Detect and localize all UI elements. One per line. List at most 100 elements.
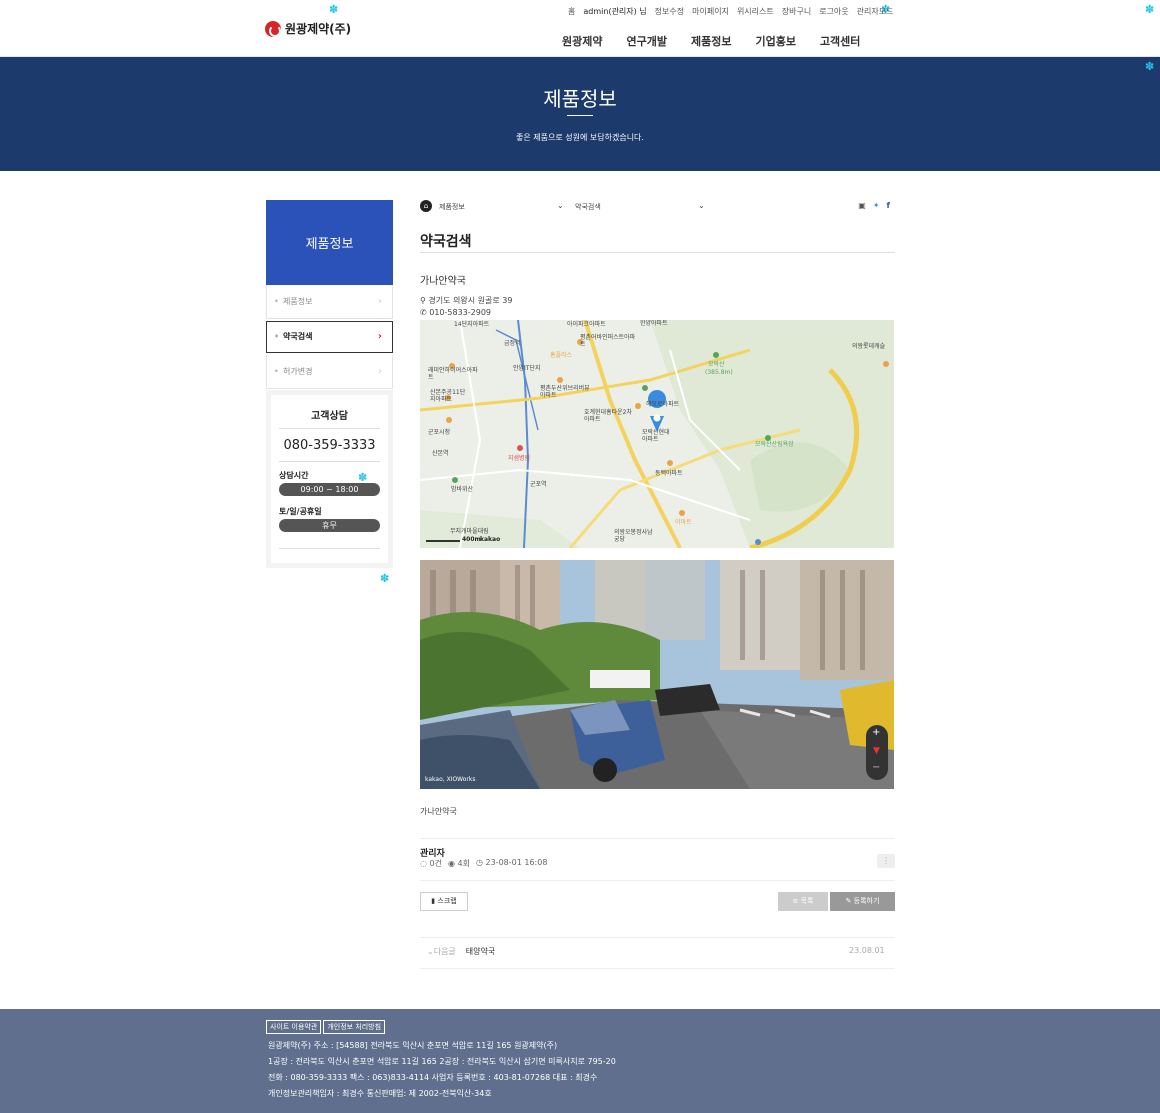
kakao-roadview[interactable]: kakao, XIOWorks + ▼ −	[420, 560, 894, 789]
pharmacy-address: ⚲ 경기도 의왕시 원골로 39	[420, 295, 512, 306]
footer-line: 원광제약(주) 주소 : [54588] 전라북도 익산시 춘포면 석암로 11…	[268, 1041, 558, 1050]
settings-gear-icon[interactable]: ✽	[1145, 4, 1154, 15]
post-meta: ◌ 0건 ◉ 4회 ◷ 23-08-01 16:08	[420, 858, 547, 869]
sidebar-item-products[interactable]: 제품정보 ›	[266, 285, 393, 319]
next-post-link[interactable]: ⌄다음글 태양약국 23.08.01	[427, 946, 885, 957]
map-label: 지샘병원	[508, 455, 531, 462]
footer-line: 전화 : 080-359-3333 팩스 : 063)833-4114 사업자 …	[268, 1073, 598, 1082]
settings-gear-icon[interactable]: ✽	[380, 573, 389, 584]
util-mypage-link[interactable]: 마이페이지	[692, 6, 729, 17]
nav-item-company[interactable]: 원광제약	[562, 33, 602, 49]
divider	[420, 252, 895, 253]
zoom-out-button[interactable]: −	[872, 762, 880, 773]
home-icon[interactable]: ⌂	[420, 200, 432, 212]
kakao-map[interactable]: 14단지아파트 아이파크아파트 한양아파트 금정역 홈플러스 평촌어바인퍼스트아…	[420, 320, 894, 548]
divider	[279, 548, 380, 549]
scrap-button[interactable]: ▮ 스크랩	[420, 892, 468, 911]
privacy-link[interactable]: 개인정보 처리방침	[323, 1020, 386, 1034]
map-label: 군포시청	[428, 429, 451, 436]
sidebar-item-label: 허가변경	[283, 367, 313, 376]
comment-icon: ◌	[420, 859, 427, 868]
write-button[interactable]: ✎ 등록하기	[830, 892, 895, 911]
map-brand: kakao	[480, 536, 501, 543]
zoom-in-button[interactable]: +	[872, 727, 880, 738]
site-header: ✽ ✽ ✽ 원광제약(주) 홈 admin(관리자) 님 정보수정 마이페이지 …	[0, 0, 1160, 57]
list-label: 목록	[800, 897, 814, 905]
cs-holiday-label: 토/일/공휴일	[279, 507, 322, 516]
nav-item-research[interactable]: 연구개발	[626, 33, 666, 49]
map-label: 동백아파트	[655, 470, 683, 477]
chevron-down-icon: ⌄	[427, 947, 434, 956]
map-labels: 14단지아파트 아이파크아파트 한양아파트 금정역 홈플러스 평촌어바인퍼스트아…	[420, 320, 894, 548]
map-label: 무지개마을대림	[450, 528, 489, 535]
divider	[420, 838, 895, 839]
nav-item-products[interactable]: 제품정보	[691, 33, 731, 49]
sidebar-item-pharmacy-search[interactable]: 약국검색 ›	[266, 321, 393, 353]
breadcrumb-level1[interactable]: 제품정보	[439, 202, 465, 212]
util-wishlist-link[interactable]: 위시리스트	[737, 6, 774, 17]
map-label: 호계현대홈타운2차아파트	[584, 409, 632, 423]
bookmark-icon: ▮	[431, 897, 436, 905]
post-date: 23-08-01 16:08	[485, 858, 548, 867]
post-content: 가나안약국	[420, 807, 457, 816]
util-logout-link[interactable]: 로그아웃	[819, 6, 848, 17]
footer-links: 사이트 이용약관 개인정보 처리방침	[266, 1020, 386, 1034]
map-label: 홈플러스	[550, 352, 573, 359]
list-button[interactable]: ≡ 목록	[778, 892, 828, 911]
map-label: 군포역	[530, 481, 547, 488]
util-home-link[interactable]: 홈	[568, 6, 575, 17]
compass-icon[interactable]: ▼	[873, 746, 880, 756]
cs-hours: 09:00 ~ 18:00	[279, 483, 380, 496]
print-icon[interactable]: ▣	[858, 201, 866, 210]
map-scale: 400m	[462, 536, 481, 543]
phone-icon: ✆	[420, 308, 427, 317]
customer-service-box: 고객상담 080-359-3333 ✽ 상담시간 09:00 ~ 18:00 토…	[266, 390, 393, 568]
sidebar-item-license-change[interactable]: 허가변경 ›	[266, 355, 393, 389]
page-hero: ✽ 제품정보 좋은 제품으로 성원에 보답하겠습니다.	[0, 57, 1160, 171]
site-footer: 사이트 이용약관 개인정보 처리방침 원광제약(주) 주소 : [54588] …	[0, 1009, 1160, 1113]
page-title: 약국검색	[420, 234, 472, 250]
map-label: 의왕오봉정사남궁당	[614, 529, 653, 543]
map-label: 14단지아파트	[454, 321, 490, 328]
map-label: 금정역	[504, 340, 521, 347]
site-logo[interactable]: 원광제약(주)	[265, 20, 351, 37]
util-edit-profile-link[interactable]: 정보수정	[655, 6, 684, 17]
divider	[420, 968, 895, 969]
pharmacy-phone: ✆ 010-5833-2909	[420, 308, 491, 317]
more-options-button[interactable]: ⋮	[877, 854, 895, 868]
settings-gear-icon[interactable]: ✽	[358, 472, 367, 483]
clock-icon: ◷	[475, 858, 483, 867]
chevron-right-icon: ›	[378, 296, 382, 307]
sidebar-nav: 제품정보 제품정보 › 약국검색 › 허가변경 ›	[266, 200, 393, 389]
map-label: (385.8m)	[705, 369, 733, 376]
map-label: 해모로아파트	[646, 401, 680, 408]
footer-line: 개인정보관리책임자 : 최경수 통신판매업: 제 2002-전북익산-34호	[268, 1089, 492, 1098]
share-tools: ▣ ✦ f	[858, 201, 890, 210]
logo-mark-icon	[265, 20, 281, 37]
util-cart-link[interactable]: 장바구니	[782, 6, 811, 17]
chevron-right-icon: ›	[378, 366, 382, 377]
sidebar-item-label: 약국검색	[283, 332, 313, 341]
map-label: 래미안하이어스아파트	[428, 367, 478, 381]
cs-title: 고객상담	[279, 395, 380, 429]
pencil-icon: ✎	[845, 897, 852, 905]
chevron-down-icon[interactable]: ⌄	[698, 201, 705, 210]
twitter-icon[interactable]: ✦	[873, 201, 880, 210]
nav-item-support[interactable]: 고객센터	[820, 33, 860, 49]
main-content: ⌂ 제품정보 ⌄ 약국검색 ⌄ ▣ ✦ f 약국검색 가나안약국 ⚲ 경기도 의…	[420, 195, 895, 969]
terms-link[interactable]: 사이트 이용약관	[266, 1020, 322, 1034]
map-label: 밤바위산	[451, 486, 474, 493]
settings-gear-icon[interactable]: ✽	[329, 4, 338, 15]
nav-item-pr[interactable]: 기업홍보	[755, 33, 795, 49]
util-admin-link[interactable]: 관리자모드	[857, 6, 894, 17]
next-title: 태양약국	[465, 947, 496, 956]
map-label: 모락산산림욕장	[755, 441, 794, 448]
main-nav: 원광제약 연구개발 제품정보 기업홍보 고객센터	[562, 33, 860, 49]
facebook-icon[interactable]: f	[887, 201, 890, 210]
comment-count: 0건	[429, 859, 442, 868]
breadcrumb-level2[interactable]: 약국검색	[575, 202, 601, 212]
logo-text: 원광제약(주)	[285, 22, 352, 36]
chevron-down-icon[interactable]: ⌄	[557, 201, 564, 210]
settings-gear-icon[interactable]: ✽	[1145, 61, 1154, 72]
location-pin-icon: ⚲	[420, 296, 426, 305]
